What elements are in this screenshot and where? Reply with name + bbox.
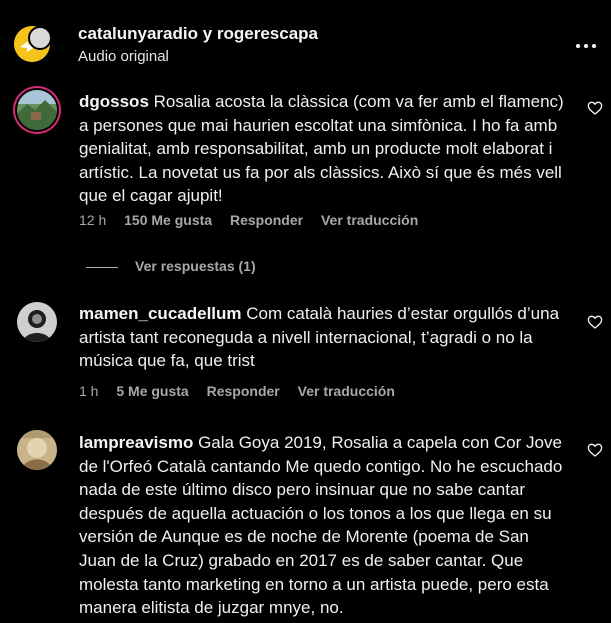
replies-divider (86, 266, 118, 268)
comment-username[interactable]: dgossos (79, 92, 149, 111)
landscape-photo-icon (17, 90, 57, 130)
like-heart-icon[interactable] (587, 314, 603, 330)
post-authors[interactable]: catalunyaradio y rogerescapa (78, 24, 318, 44)
post-header: catalunyaradio y rogerescapa Audio origi… (0, 0, 611, 78)
translate-button[interactable]: Ver traducción (321, 212, 418, 228)
translate-button[interactable]: Ver traducción (298, 383, 395, 399)
rogerescapa-avatar[interactable] (28, 26, 52, 50)
comment-text: lampreavismo Gala Goya 2019, Rosalia a c… (79, 431, 569, 620)
comment-text: mamen_cucadellum Com català hauries d’es… (79, 302, 569, 373)
like-heart-icon[interactable] (587, 442, 603, 458)
view-replies-label[interactable]: Ver respuestas (1) (135, 258, 256, 274)
comment-time: 12 h (79, 212, 107, 228)
reply-button[interactable]: Responder (230, 212, 303, 228)
comment-likes[interactable]: 5 Me gusta (116, 383, 188, 399)
comment-meta: 1 h 5 Me gusta Responder Ver traducción (79, 383, 409, 399)
comment-time: 1 h (79, 383, 99, 399)
comment-likes[interactable]: 150 Me gusta (124, 212, 212, 228)
audio-label[interactable]: Audio original (78, 48, 169, 65)
lampreavismo-avatar[interactable] (17, 430, 57, 470)
portrait-photo-icon (17, 302, 57, 342)
comment-body: Gala Goya 2019, Rosalia a capela con Cor… (79, 433, 563, 618)
more-options-icon[interactable] (574, 34, 598, 58)
like-heart-icon[interactable] (587, 100, 603, 116)
artwork-photo-icon (17, 430, 57, 470)
comment-username[interactable]: lampreavismo (79, 433, 193, 452)
comment-meta: 12 h 150 Me gusta Responder Ver traducci… (79, 212, 432, 228)
comment-body: Rosalia acosta la clàssica (com va fer a… (79, 92, 564, 206)
dgossos-avatar[interactable] (17, 90, 57, 130)
reply-button[interactable]: Responder (207, 383, 280, 399)
mamen-avatar[interactable] (17, 302, 57, 342)
view-replies-button[interactable]: Ver respuestas (1) (86, 258, 256, 274)
comment-username[interactable]: mamen_cucadellum (79, 304, 242, 323)
comment-text: dgossos Rosalia acosta la clàssica (com … (79, 90, 569, 208)
